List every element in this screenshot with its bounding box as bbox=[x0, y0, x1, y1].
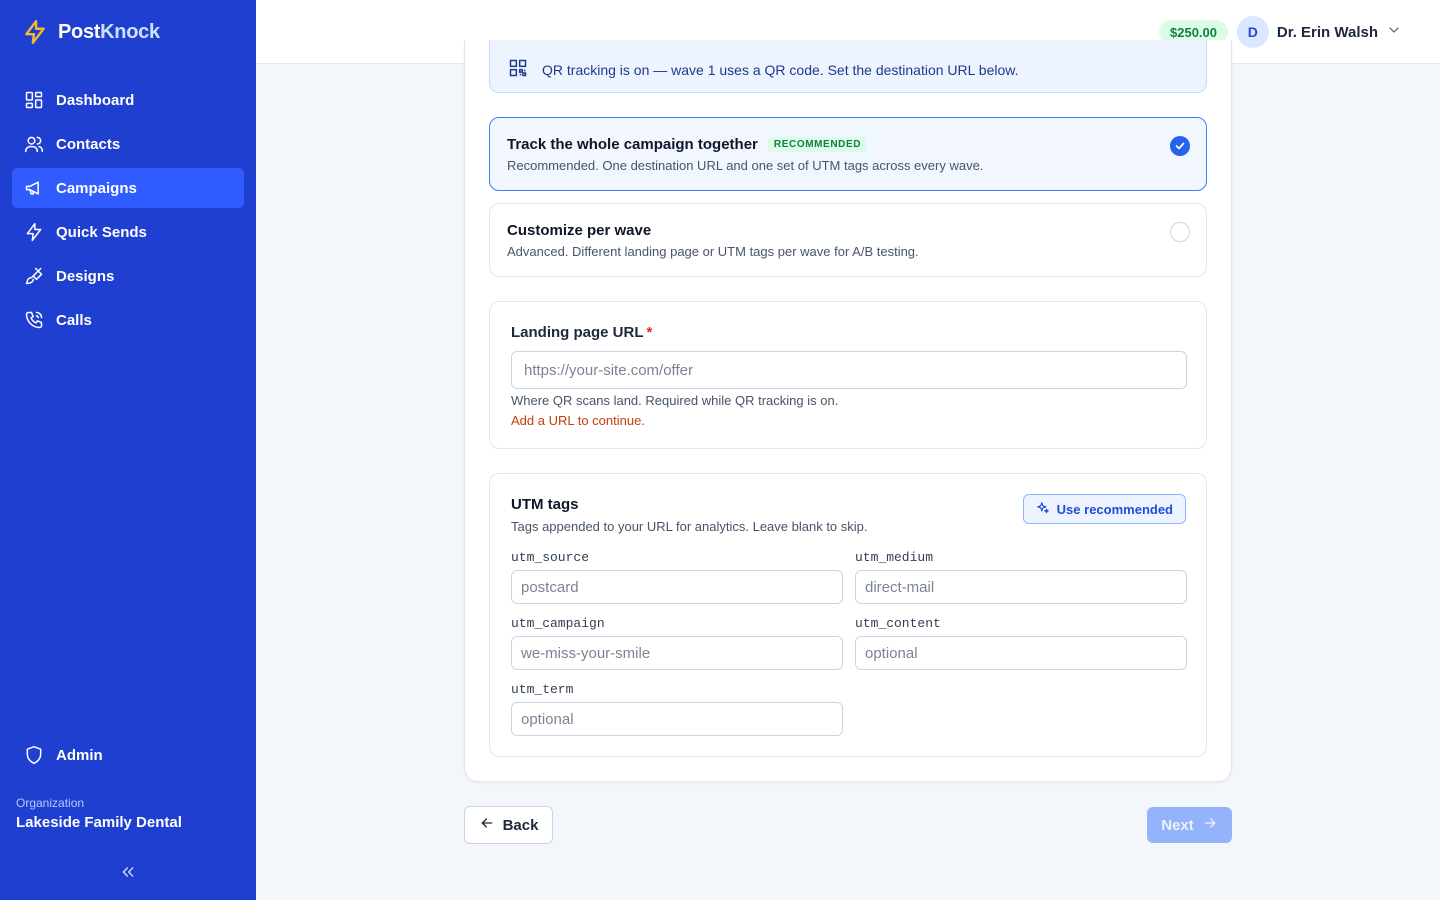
org-label: Organization bbox=[16, 796, 85, 810]
lightning-icon bbox=[24, 222, 44, 242]
check-circle-icon[interactable] bbox=[1170, 136, 1190, 156]
paintbrush-icon bbox=[24, 266, 44, 286]
qr-banner-text: QR tracking is on — wave 1 uses a QR cod… bbox=[542, 61, 1019, 78]
sidebar-item-admin[interactable]: Admin bbox=[12, 735, 244, 775]
option-title: Customize per wave bbox=[507, 222, 652, 239]
sidebar-item-quick-sends[interactable]: Quick Sends bbox=[12, 212, 244, 252]
utm-tags-card: UTM tags Tags appended to your URL for a… bbox=[489, 473, 1207, 757]
lightning-bolt-icon bbox=[22, 18, 48, 46]
next-label: Next bbox=[1161, 816, 1194, 834]
sidebar-item-calls[interactable]: Calls bbox=[12, 300, 244, 340]
sidebar-item-label: Quick Sends bbox=[56, 223, 147, 241]
sidebar-item-label: Admin bbox=[56, 746, 103, 764]
arrow-right-icon bbox=[1202, 815, 1218, 835]
qr-tracking-banner: QR tracking is on — wave 1 uses a QR cod… bbox=[489, 40, 1207, 93]
recommended-badge: RECOMMENDED bbox=[767, 137, 868, 152]
option-track-together[interactable]: Track the whole campaign together RECOMM… bbox=[489, 117, 1207, 191]
option-description: Recommended. One destination URL and one… bbox=[507, 158, 984, 173]
sidebar-nav: Dashboard Contacts Campaigns Quick Sends… bbox=[12, 80, 244, 344]
users-icon bbox=[24, 134, 44, 154]
utm-content-label: utm_content bbox=[855, 616, 941, 631]
sidebar-item-label: Contacts bbox=[56, 135, 121, 153]
landing-url-warning: Add a URL to continue. bbox=[511, 413, 645, 428]
user-menu[interactable]: D Dr. Erin Walsh bbox=[1236, 16, 1402, 48]
user-name: Dr. Erin Walsh bbox=[1276, 23, 1378, 41]
shield-icon bbox=[24, 745, 44, 765]
sidebar-item-label: Designs bbox=[56, 267, 115, 285]
landing-url-help: Where QR scans land. Required while QR t… bbox=[511, 393, 839, 408]
arrow-left-icon bbox=[479, 815, 495, 835]
megaphone-icon bbox=[24, 178, 44, 198]
utm-subtitle: Tags appended to your URL for analytics.… bbox=[511, 519, 868, 534]
sparkles-icon bbox=[1036, 501, 1050, 518]
utm-source-label: utm_source bbox=[511, 550, 590, 565]
option-description: Advanced. Different landing page or UTM … bbox=[507, 244, 919, 259]
brand-name: PostKnock bbox=[58, 20, 160, 43]
sidebar-item-label: Campaigns bbox=[56, 179, 137, 197]
sidebar-item-label: Dashboard bbox=[56, 91, 135, 109]
utm-source-input[interactable] bbox=[511, 570, 843, 604]
utm-title: UTM tags bbox=[511, 496, 579, 513]
grid-icon bbox=[24, 90, 44, 110]
back-label: Back bbox=[502, 816, 539, 834]
utm-term-label: utm_term bbox=[511, 682, 574, 697]
chevrons-left-icon bbox=[120, 864, 136, 885]
avatar: D bbox=[1236, 16, 1269, 48]
utm-campaign-label: utm_campaign bbox=[511, 616, 605, 631]
collapse-sidebar-button[interactable] bbox=[0, 852, 256, 896]
tracking-panel: QR tracking is on — wave 1 uses a QR cod… bbox=[464, 40, 1232, 782]
required-mark: * bbox=[646, 324, 653, 341]
landing-url-input[interactable] bbox=[511, 351, 1187, 389]
qr-code-icon bbox=[508, 58, 528, 81]
use-recommended-button[interactable]: Use recommended bbox=[1022, 494, 1186, 524]
brand[interactable]: PostKnock bbox=[22, 18, 160, 46]
next-button[interactable]: Next bbox=[1147, 807, 1232, 843]
utm-term-input[interactable] bbox=[511, 702, 843, 736]
sidebar-item-label: Calls bbox=[56, 311, 92, 329]
landing-url-label: Landing page URL * bbox=[511, 324, 653, 341]
utm-medium-input[interactable] bbox=[855, 570, 1187, 604]
back-button[interactable]: Back bbox=[464, 806, 553, 844]
option-title: Track the whole campaign together bbox=[507, 136, 758, 153]
sidebar-admin-section: Admin bbox=[12, 735, 244, 779]
phone-icon bbox=[24, 310, 44, 330]
utm-content-input[interactable] bbox=[855, 636, 1187, 670]
sidebar-item-contacts[interactable]: Contacts bbox=[12, 124, 244, 164]
sidebar-item-designs[interactable]: Designs bbox=[12, 256, 244, 296]
utm-medium-label: utm_medium bbox=[855, 550, 934, 565]
chevron-down-icon bbox=[1386, 22, 1402, 43]
radio-button[interactable] bbox=[1170, 222, 1190, 242]
utm-campaign-input[interactable] bbox=[511, 636, 843, 670]
option-customize-per-wave[interactable]: Customize per wave Advanced. Different l… bbox=[489, 203, 1207, 277]
sidebar-item-campaigns[interactable]: Campaigns bbox=[12, 168, 244, 208]
organization-info: Organization Lakeside Family Dental bbox=[16, 796, 182, 831]
sidebar-item-dashboard[interactable]: Dashboard bbox=[12, 80, 244, 120]
use-recommended-label: Use recommended bbox=[1056, 501, 1173, 517]
org-name: Lakeside Family Dental bbox=[16, 814, 182, 831]
sidebar: PostKnock Dashboard Contacts Campaigns Q… bbox=[0, 0, 256, 900]
landing-page-card: Landing page URL* Where QR scans land. R… bbox=[489, 301, 1207, 449]
